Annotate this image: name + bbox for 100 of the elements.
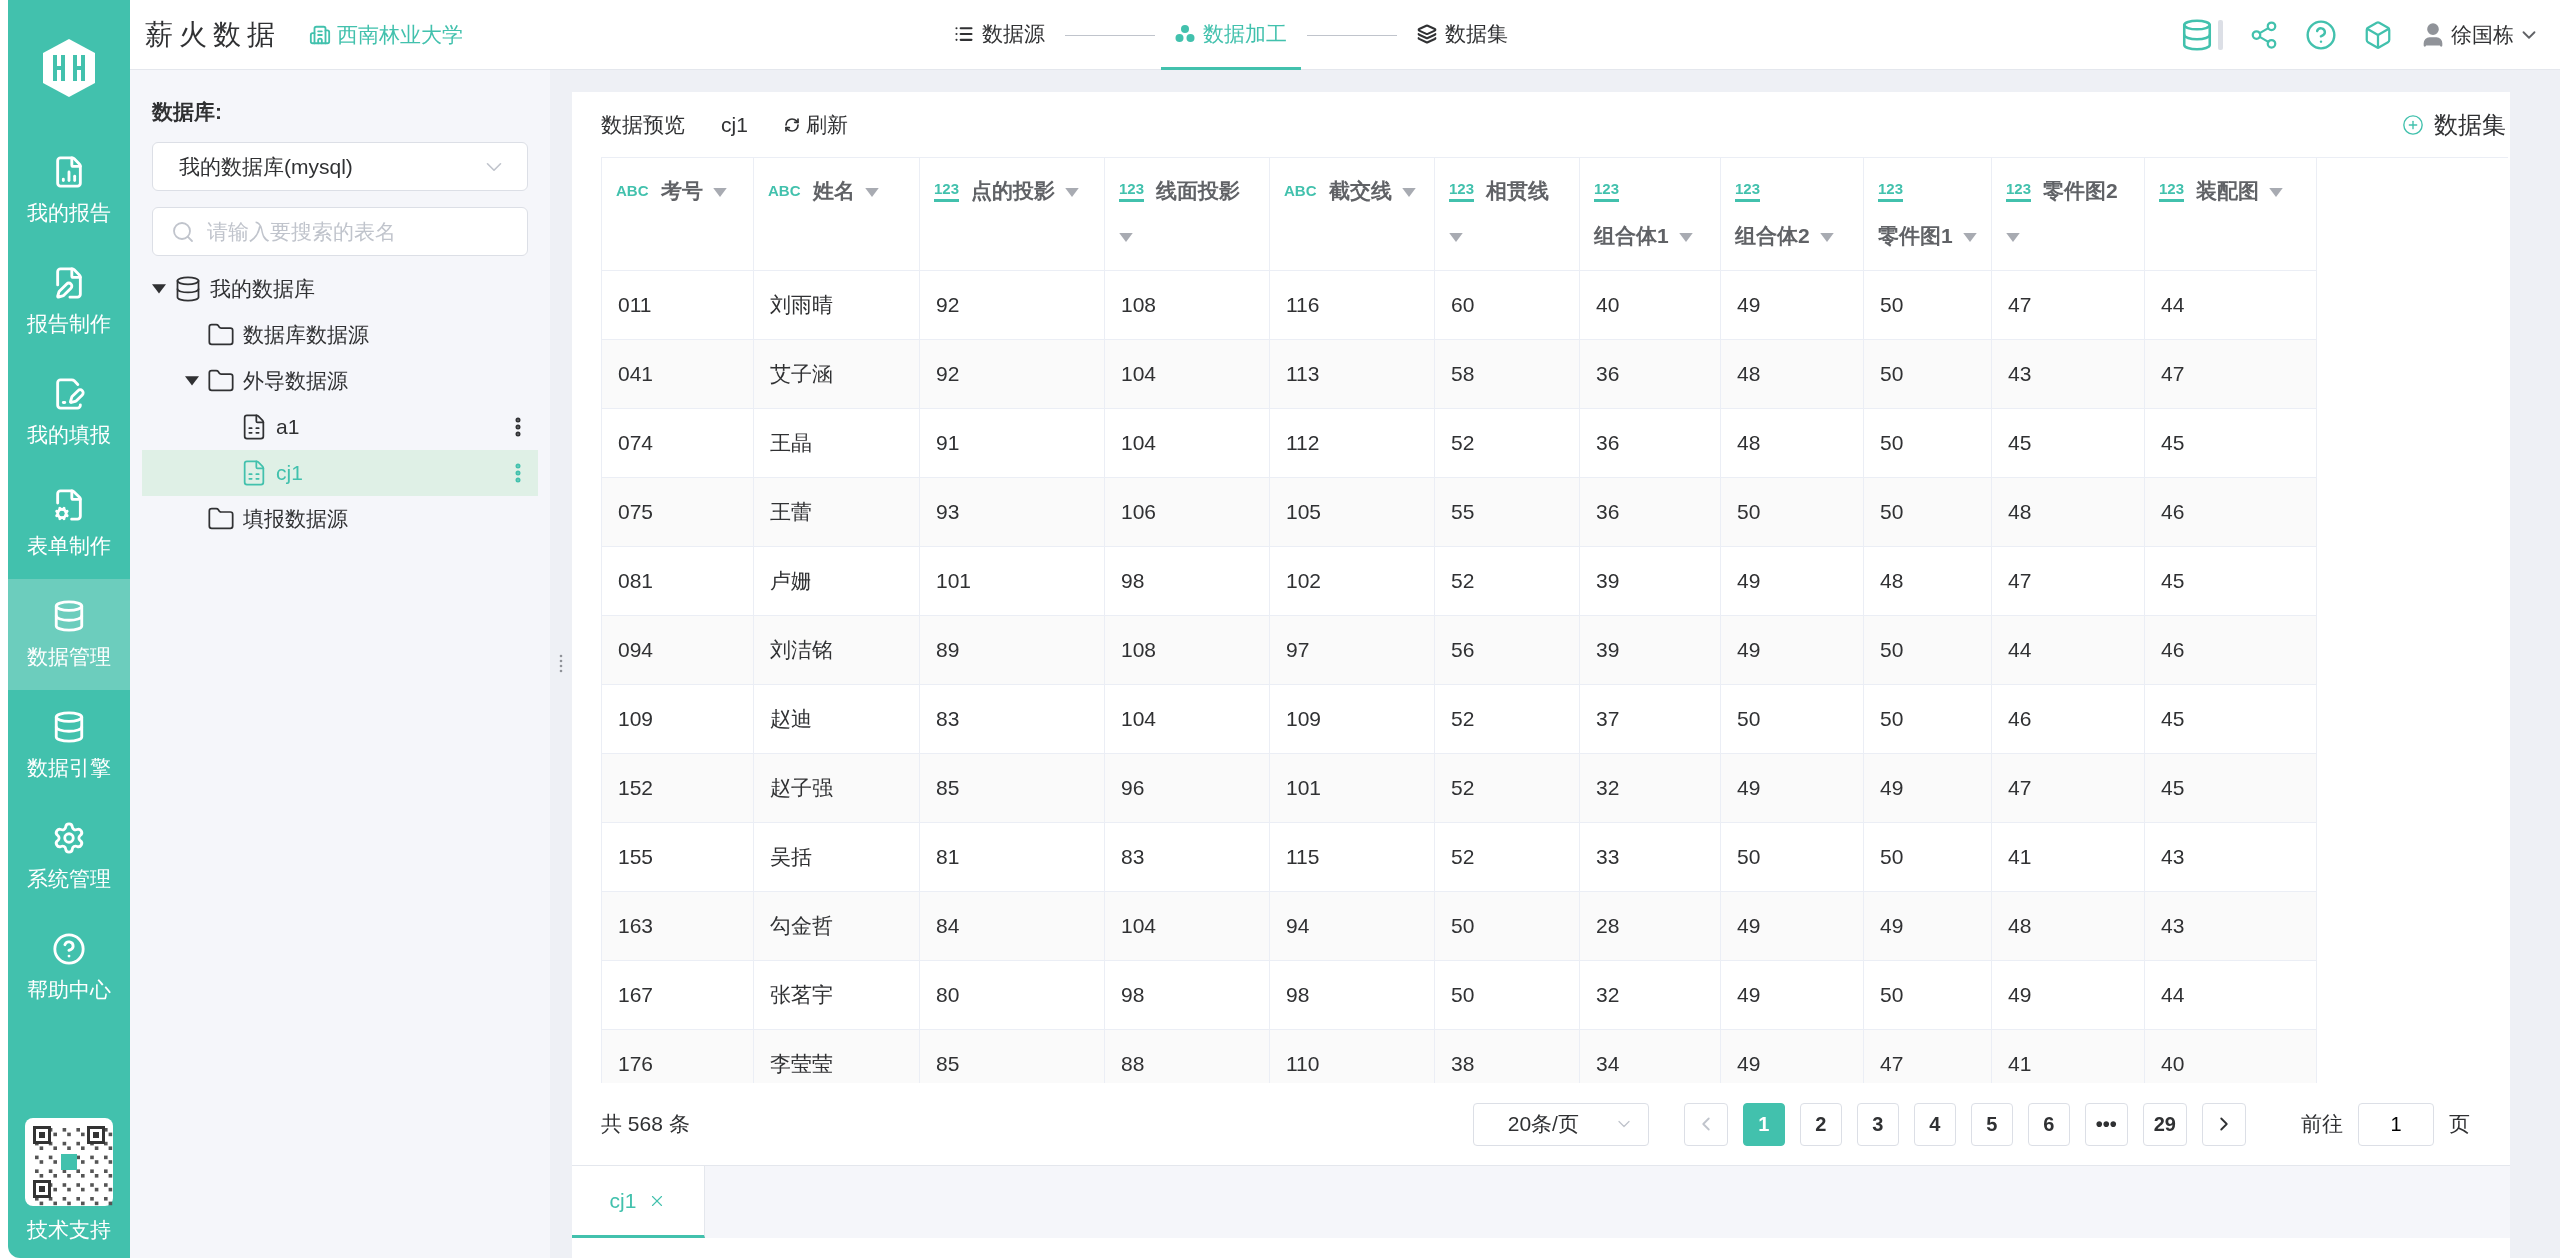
- column-header[interactable]: 123 组合体2: [1720, 158, 1864, 270]
- share-icon[interactable]: [2249, 19, 2279, 50]
- table-cell: 94: [1269, 891, 1435, 960]
- table-cell: 91: [919, 408, 1105, 477]
- table-cell: 101: [919, 546, 1105, 615]
- add-dataset-button[interactable]: 数据集: [2402, 108, 2506, 141]
- help-icon[interactable]: [2305, 18, 2337, 51]
- table-cell: 98: [1269, 960, 1435, 1029]
- step-tab[interactable]: 数据源: [940, 0, 1059, 70]
- table-cell: 48: [1720, 408, 1864, 477]
- refresh-button[interactable]: 刷新: [783, 110, 848, 139]
- table-cell: 52: [1434, 822, 1580, 891]
- page-button[interactable]: 2: [1799, 1102, 1842, 1146]
- page-size-select[interactable]: 20条/页: [1472, 1102, 1649, 1146]
- goto-label: 前往: [2301, 1111, 2343, 1137]
- type-label: 123: [1449, 179, 1475, 202]
- column-header[interactable]: ABC 姓名: [753, 158, 920, 270]
- database-select[interactable]: 我的数据库(mysql): [152, 142, 528, 191]
- column-header[interactable]: 123 零件图2: [1991, 158, 2145, 270]
- table-cell: 张茗宇: [753, 960, 920, 1029]
- column-name: 考号: [660, 179, 703, 202]
- page-button[interactable]: 29: [2142, 1102, 2187, 1146]
- settings-icon: [52, 820, 86, 855]
- plus-circle-icon: [2402, 113, 2424, 136]
- sort-caret-icon[interactable]: [864, 187, 879, 197]
- column-name: 零件图1: [1878, 224, 1953, 247]
- sort-caret-icon[interactable]: [2006, 232, 2020, 242]
- step-tab[interactable]: 数据集: [1403, 0, 1522, 70]
- table-cell: 王晶: [753, 408, 920, 477]
- page-button[interactable]: 5: [1970, 1102, 2013, 1146]
- table-cell: 48: [1991, 477, 2145, 546]
- table-cell: 52: [1434, 753, 1580, 822]
- layers-icon: [1417, 23, 1437, 44]
- table-cell: 50: [1720, 477, 1864, 546]
- type-label: ABC: [1284, 181, 1317, 201]
- user-name[interactable]: 徐国栋: [2451, 20, 2514, 49]
- expand-caret-icon[interactable]: [152, 284, 166, 294]
- sort-caret-icon[interactable]: [2269, 187, 2284, 197]
- sort-caret-icon[interactable]: [1819, 232, 1834, 242]
- table-cell: 85: [919, 753, 1105, 822]
- table-cell: 28: [1579, 891, 1721, 960]
- table-cell: 45: [2144, 684, 2317, 753]
- next-page-button[interactable]: [2202, 1102, 2246, 1146]
- cube-icon[interactable]: [2363, 19, 2393, 50]
- sort-caret-icon[interactable]: [1962, 232, 1977, 242]
- resize-handle-icon[interactable]: [558, 654, 564, 674]
- table-cell: 43: [1991, 339, 2145, 408]
- expand-caret-icon[interactable]: [185, 376, 199, 386]
- table-cell: 104: [1104, 684, 1270, 753]
- tree-item[interactable]: 数据库数据源: [142, 312, 538, 358]
- search-field[interactable]: 请输入要搜索的表名: [152, 207, 528, 256]
- database-gear-icon: [52, 598, 86, 633]
- table-cell: 60: [1434, 270, 1580, 339]
- page-button[interactable]: 4: [1913, 1102, 1956, 1146]
- column-header[interactable]: 123 点的投影: [919, 158, 1105, 270]
- column-name: 姓名: [812, 179, 855, 202]
- sort-caret-icon[interactable]: [1401, 187, 1416, 197]
- sort-caret-icon[interactable]: [1119, 232, 1133, 242]
- type-label: ABC: [768, 181, 801, 201]
- column-header[interactable]: ABC 截交线: [1269, 158, 1435, 270]
- search-icon: [171, 219, 195, 244]
- tree-item[interactable]: 我的数据库: [142, 266, 538, 312]
- table-cell: 50: [1863, 477, 1992, 546]
- table-cell: 92: [919, 270, 1105, 339]
- page-button[interactable]: 3: [1856, 1102, 1899, 1146]
- table-cell: 卢姗: [753, 546, 920, 615]
- column-header[interactable]: ABC 考号: [601, 158, 754, 270]
- tree-item[interactable]: a1: [142, 404, 538, 450]
- page-button[interactable]: 6: [2027, 1102, 2070, 1146]
- page-input[interactable]: 1: [2358, 1102, 2434, 1146]
- table-cell: 50: [1434, 891, 1580, 960]
- column-header[interactable]: 123 线面投影: [1104, 158, 1270, 270]
- sort-caret-icon[interactable]: [1065, 187, 1080, 197]
- table-cell: 37: [1579, 684, 1721, 753]
- tree-item[interactable]: 填报数据源: [142, 496, 538, 542]
- column-header[interactable]: 123 零件图1: [1863, 158, 1992, 270]
- table-cell: 108: [1104, 615, 1270, 684]
- database-icon[interactable]: [2180, 17, 2214, 52]
- page-button[interactable]: •••: [2084, 1102, 2128, 1146]
- column-header[interactable]: 123 组合体1: [1579, 158, 1721, 270]
- type-label: 123: [934, 179, 960, 202]
- table-cell: 98: [1104, 546, 1270, 615]
- table-cell: 115: [1269, 822, 1435, 891]
- sort-caret-icon[interactable]: [712, 187, 727, 197]
- table-cell: 49: [1720, 960, 1864, 1029]
- table-cell: 81: [919, 822, 1105, 891]
- table-cell: 赵子强: [753, 753, 920, 822]
- table-cell: 89: [919, 615, 1105, 684]
- table-cell: 101: [1269, 753, 1435, 822]
- sort-caret-icon[interactable]: [1449, 232, 1463, 242]
- type-label: 123: [2159, 179, 2185, 202]
- column-name: 线面投影: [1156, 179, 1241, 202]
- tree-item[interactable]: 外导数据源: [142, 358, 538, 404]
- column-header[interactable]: 123 装配图: [2144, 158, 2317, 270]
- search-input[interactable]: 请输入要搜索的表名: [205, 218, 509, 245]
- sort-caret-icon[interactable]: [1678, 232, 1693, 242]
- column-header[interactable]: 123 相贯线: [1434, 158, 1580, 270]
- table-cell: 刘洁铭: [753, 615, 920, 684]
- previous-page-button[interactable]: [1683, 1102, 1728, 1146]
- table-cell: 80: [919, 960, 1105, 1029]
